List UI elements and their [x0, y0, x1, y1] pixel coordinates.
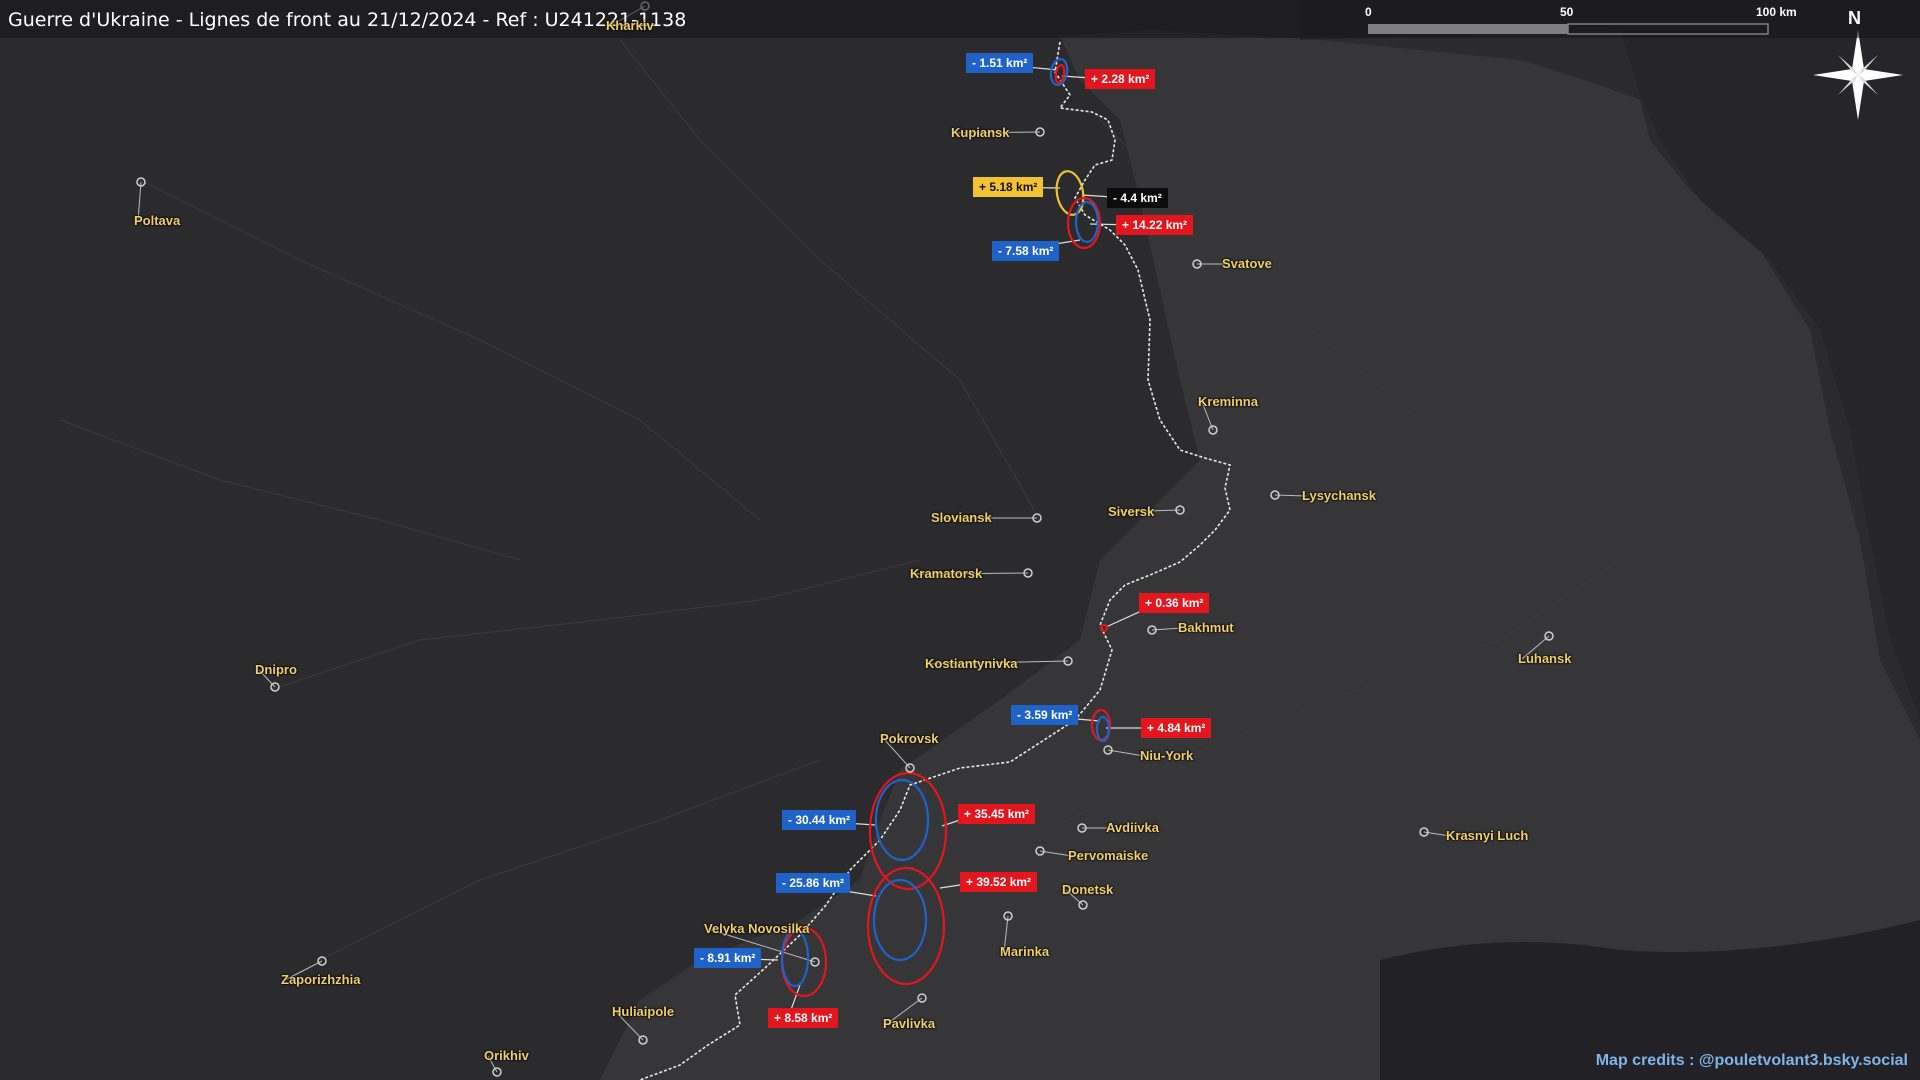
scale-label-50: 50 [1560, 5, 1574, 19]
area-change-badge: - 3.59 km² [1011, 705, 1079, 725]
area-change-badge: + 4.84 km² [1141, 718, 1212, 738]
city-label: Marinka [1000, 944, 1050, 959]
city-label: Kramatorsk [910, 566, 983, 581]
area-change-badge: + 5.18 km² [973, 177, 1044, 197]
area-change-badge: - 1.51 km² [966, 53, 1034, 73]
city-label: Pavlivka [883, 1016, 936, 1031]
area-change-badge: - 30.44 km² [782, 810, 857, 830]
area-change-badge: + 35.45 km² [958, 804, 1036, 824]
city-label: Pervomaiske [1068, 848, 1149, 863]
north-label: N [1848, 8, 1861, 28]
area-change-badge: + 0.36 km² [1139, 593, 1210, 613]
city-label: Lysychansk [1302, 488, 1376, 503]
scale-label-100: 100 km [1756, 5, 1797, 19]
map-canvas [0, 0, 1920, 1080]
city-label: Bakhmut [1178, 620, 1234, 635]
city-label: Svatove [1222, 256, 1272, 271]
city-label: Poltava [134, 213, 181, 228]
city-label: Sloviansk [931, 510, 992, 525]
city-label: Kupiansk [951, 125, 1010, 140]
area-change-badge: - 4.4 km² [1107, 188, 1168, 208]
city-label: Kreminna [1198, 394, 1258, 409]
area-change-badge: + 14.22 km² [1116, 215, 1194, 235]
city-label: Kostiantynivka [925, 656, 1018, 671]
city-label: Pokrovsk [880, 731, 939, 746]
map-credits: Map credits : @pouletvolant3.bsky.social [1595, 1052, 1908, 1069]
city-label: Avdiivka [1106, 820, 1159, 835]
city-label: Kharkiv [606, 18, 654, 33]
city-label: Krasnyi Luch [1446, 828, 1529, 843]
city-label: Donetsk [1062, 882, 1114, 897]
city-label: Luhansk [1518, 651, 1572, 666]
scale-label-0: 0 [1365, 5, 1372, 19]
map-title: Guerre d'Ukraine - Lignes de front au 21… [8, 9, 687, 31]
city-label: Zaporizhzhia [281, 972, 361, 987]
city-label: Siversk [1108, 504, 1155, 519]
front-line-map: Guerre d'Ukraine - Lignes de front au 21… [0, 0, 1920, 1080]
city-label: Dnipro [255, 662, 297, 677]
area-change-badge: + 2.28 km² [1085, 69, 1156, 89]
city-label: Niu-York [1140, 748, 1194, 763]
city-label: Velyka Novosilka [704, 921, 810, 936]
area-change-badge: + 8.58 km² [768, 1008, 839, 1028]
area-change-badge: - 7.58 km² [992, 241, 1060, 261]
area-change-badge: - 8.91 km² [694, 948, 762, 968]
city-label: Huliaipole [612, 1004, 675, 1019]
city-label: Orikhiv [484, 1048, 529, 1063]
area-change-badge: + 39.52 km² [960, 872, 1038, 892]
area-change-badge: - 25.86 km² [776, 873, 851, 893]
